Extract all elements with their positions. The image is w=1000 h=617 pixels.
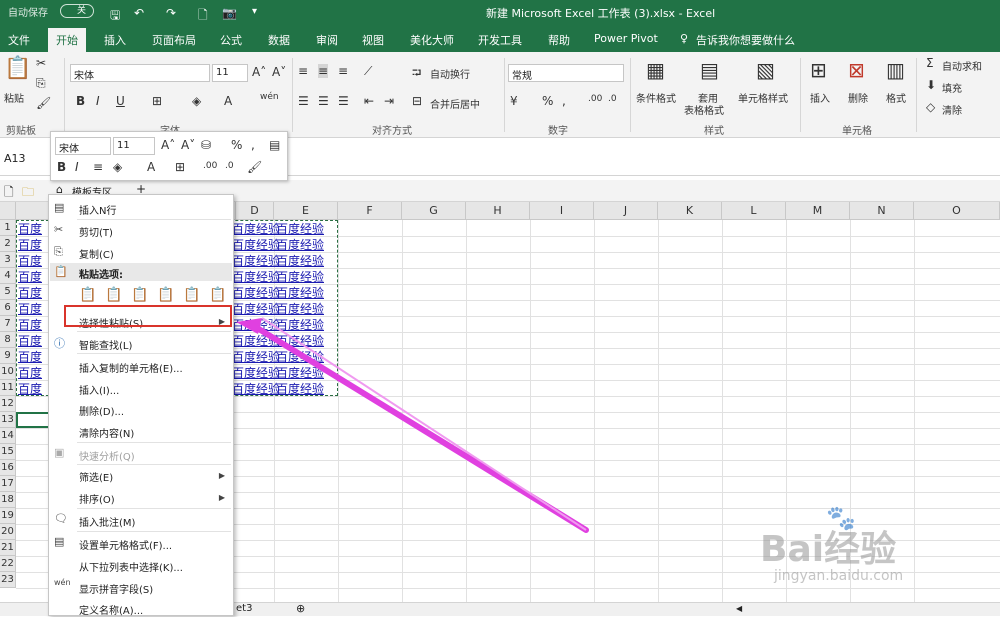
watermark: Bai经验 🐾 jingyan.baidu.com bbox=[760, 504, 1000, 602]
arrow-shaft bbox=[251, 323, 589, 533]
watermark-url: jingyan.baidu.com bbox=[774, 568, 904, 584]
paw-icon: 🐾 bbox=[826, 504, 856, 532]
arrow-shaft-edge bbox=[261, 317, 587, 531]
